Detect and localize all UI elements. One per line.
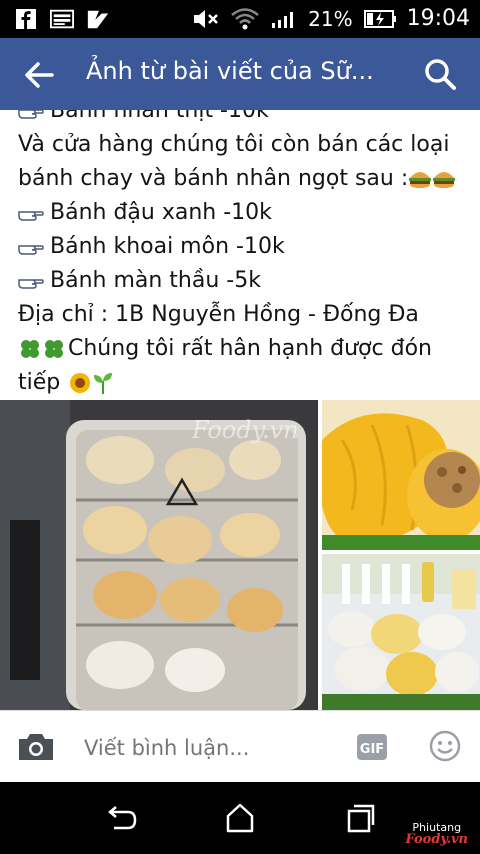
emoji-icon[interactable] [428, 729, 462, 763]
gif-button[interactable]: GIF [356, 733, 388, 761]
pointing-hand-icon [18, 245, 44, 255]
post-address: Địa chỉ : 1B Nguyễn Hồng - Đống Đa [18, 302, 419, 327]
post-item-2-text: Bánh khoai môn -10k [50, 234, 285, 259]
post-line-intro-2: bánh chay và bánh nhân ngọt sau : [18, 162, 468, 196]
back-nav-icon[interactable] [104, 802, 140, 834]
post-line-intro-1: Và cửa hàng chúng tôi còn bán các loại [18, 132, 450, 157]
post-closing-2: tiếp [18, 366, 468, 400]
pointing-hand-icon [18, 110, 44, 119]
post-item-1-text: Bánh đậu xanh -10k [50, 200, 272, 225]
pointing-hand-icon [18, 279, 44, 289]
steamer-cabinet-buns-photo[interactable]: Foody.vn [0, 400, 318, 710]
comment-bar: GIF [0, 710, 480, 783]
post-line-intro-2-text: bánh chay và bánh nhân ngọt sau : [18, 166, 409, 191]
burger-icon [433, 172, 456, 188]
sliced-bun-filling-photo[interactable] [322, 400, 480, 550]
status-right: 21% 19:04 [192, 6, 470, 31]
check-shield-icon [86, 7, 110, 31]
post-text: Bánh nhân thịt -10k Và cửa hàng chúng tô… [18, 110, 468, 400]
page-title: Ảnh từ bài viết của Sữ... [86, 57, 374, 85]
post-item-3-text: Bánh màn thầu -5k [50, 268, 261, 293]
battery-percent: 21% [308, 6, 353, 31]
watermark-text: Foody.vn [191, 416, 299, 444]
post-item-3: Bánh màn thầu -5k [18, 264, 468, 298]
signal-icon [272, 11, 294, 28]
four-leaf-clover-icon [21, 340, 39, 358]
status-left-icons [14, 7, 110, 31]
burger-icon [409, 172, 432, 188]
post-closing-1-text: Chúng tôi rất hân hạnh được đón [68, 336, 432, 361]
gif-label: GIF [360, 742, 384, 757]
post-item-1: Bánh đậu xanh -10k [18, 196, 468, 230]
status-bar: 21% 19:04 [0, 0, 480, 38]
bun-display-photo[interactable] [322, 554, 480, 710]
system-nav-bar: Phiutang Foody.vn [0, 782, 480, 854]
recents-nav-icon[interactable] [342, 802, 378, 834]
post-line-partial: Bánh nhân thịt -10k [18, 110, 468, 128]
comment-input[interactable] [84, 731, 344, 765]
wifi-icon [231, 7, 259, 29]
sunflower-icon [70, 373, 91, 393]
watermark-bottom: Foody.vn [405, 832, 468, 847]
battery-charging-icon [363, 9, 396, 28]
post-closing-1: Chúng tôi rất hân hạnh được đón [18, 332, 468, 366]
four-leaf-clover-icon [45, 340, 63, 358]
app-bar: Ảnh từ bài viết của Sữ... [0, 38, 480, 110]
photo-gallery: Foody.vn [0, 400, 480, 710]
post-content: Bánh nhân thịt -10k Và cửa hàng chúng tô… [0, 110, 480, 710]
pointing-hand-icon [18, 211, 44, 221]
facebook-icon [14, 7, 38, 31]
mute-icon [194, 9, 219, 28]
post-line-partial-text: Bánh nhân thịt -10k [50, 110, 269, 123]
post-closing-2-text: tiếp [18, 370, 61, 395]
seedling-icon [94, 373, 113, 394]
camera-icon[interactable] [16, 731, 56, 763]
home-nav-icon[interactable] [222, 802, 258, 834]
foody-watermark: Phiutang Foody.vn [405, 822, 468, 847]
post-item-2: Bánh khoai môn -10k [18, 230, 468, 264]
clock: 19:04 [406, 6, 470, 31]
arrow-left-icon[interactable] [22, 58, 56, 92]
image-icon [50, 7, 74, 31]
search-icon[interactable] [422, 56, 458, 92]
